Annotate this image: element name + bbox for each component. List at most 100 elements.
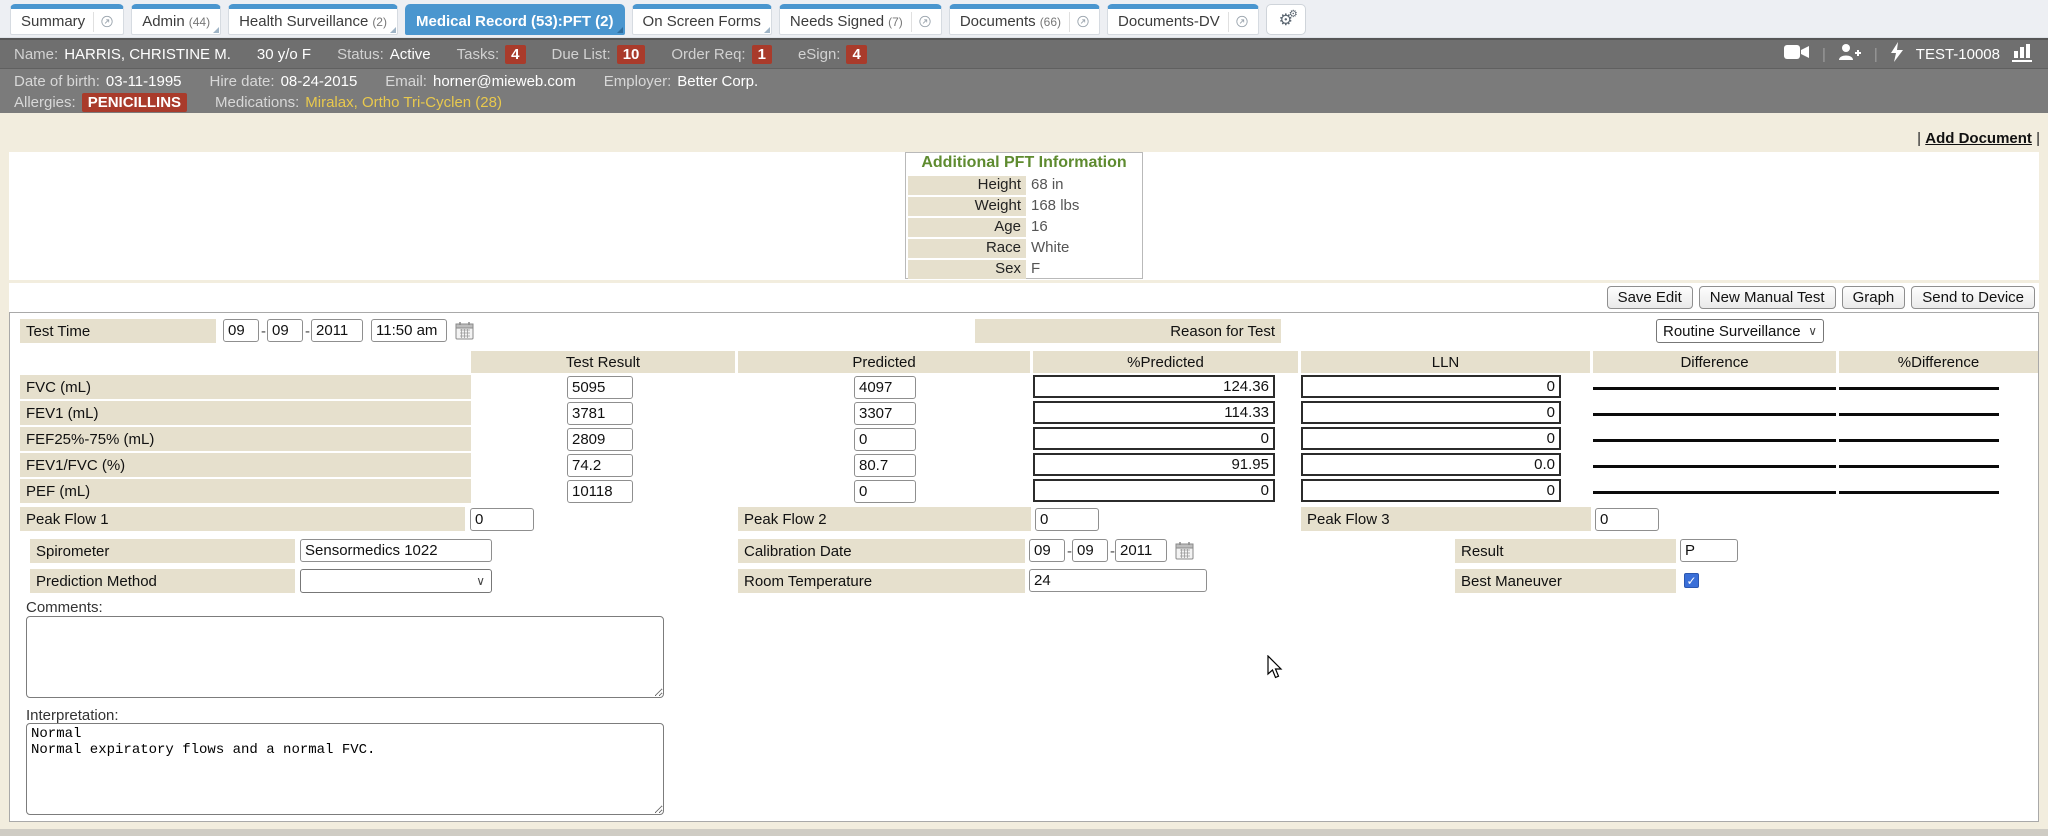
due-list-label: Due List: (552, 46, 611, 63)
best-maneuver-checkbox[interactable]: ✓ (1684, 573, 1699, 588)
chevron-down-icon: ∨ (1808, 324, 1817, 338)
save-edit-button[interactable]: Save Edit (1607, 286, 1693, 309)
spirometer-input[interactable] (300, 539, 492, 562)
fev1-predicted-input[interactable] (854, 402, 916, 425)
result-input[interactable] (1680, 539, 1738, 562)
tab-count: (66) (1040, 15, 1061, 29)
pipe: | (2032, 130, 2040, 147)
pft-info-row: Height68 in (908, 176, 1140, 195)
age-value: 16 (1026, 218, 1048, 237)
pef-test-result-input[interactable] (567, 480, 633, 503)
fef-pct-difference-line (1839, 439, 1999, 442)
email-label: Email: (385, 73, 427, 90)
prediction-method-select[interactable]: ∨ (300, 569, 492, 593)
fef-pct-predicted-input[interactable] (1033, 427, 1275, 450)
peak-flow-3-input[interactable] (1595, 508, 1659, 531)
calibration-month-input[interactable] (1029, 539, 1065, 562)
popout-icon[interactable] (93, 12, 113, 32)
race-value: White (1026, 239, 1069, 258)
tab-label: Medical Record (53):PFT (2) (416, 13, 614, 30)
add-document-row: | Add Document | (1917, 130, 2040, 147)
peak-flow-1-input[interactable] (470, 508, 534, 531)
tab-documents[interactable]: Documents (66) (949, 4, 1100, 35)
tab-admin[interactable]: Admin (44) (131, 4, 221, 35)
lightning-icon[interactable] (1890, 42, 1904, 66)
tab-documents-dv[interactable]: Documents-DV (1107, 4, 1259, 35)
fvc-pct-predicted-input[interactable] (1033, 375, 1275, 398)
status-value: Active (390, 46, 431, 63)
popout-icon[interactable] (1228, 12, 1248, 32)
new-manual-test-button[interactable]: New Manual Test (1699, 286, 1836, 309)
age-sex: 30 y/o F (257, 46, 311, 63)
fev1-pct-predicted-input[interactable] (1033, 401, 1275, 424)
comments-textarea[interactable] (26, 616, 664, 698)
allergy-badge[interactable]: PENICILLINS (82, 93, 187, 112)
fev1-lln-input[interactable] (1301, 401, 1561, 424)
pef-pct-predicted-input[interactable] (1033, 479, 1275, 502)
tasks-label: Tasks: (457, 46, 500, 63)
col-header-test-result: Test Result (471, 351, 735, 373)
tab-health-surveillance[interactable]: Health Surveillance (2) (228, 4, 398, 35)
send-to-device-button[interactable]: Send to Device (1911, 286, 2035, 309)
add-person-icon[interactable] (1838, 43, 1862, 65)
settings-gears-button[interactable]: ⚙⚙ (1266, 4, 1306, 35)
fev1fvc-test-result-input[interactable] (567, 454, 633, 477)
test-time-clock-input[interactable] (371, 319, 447, 342)
tab-label: Summary (21, 13, 85, 30)
fef-test-result-input[interactable] (567, 428, 633, 451)
fvc-test-result-input[interactable] (567, 376, 633, 399)
fev1fvc-predicted-input[interactable] (854, 454, 916, 477)
esign-badge[interactable]: 4 (846, 45, 866, 64)
order-req-badge[interactable]: 1 (752, 45, 772, 64)
fef-lln-input[interactable] (1301, 427, 1561, 450)
fev1fvc-pct-predicted-input[interactable] (1033, 453, 1275, 476)
calibration-year-input[interactable] (1115, 539, 1167, 562)
calendar-icon[interactable] (1175, 541, 1195, 561)
test-time-month-input[interactable] (223, 319, 259, 342)
graph-button[interactable]: Graph (1842, 286, 1906, 309)
popout-icon[interactable] (1069, 12, 1089, 32)
sex-label: Sex (908, 260, 1026, 279)
fev1-difference-line (1593, 413, 1836, 416)
pef-predicted-input[interactable] (854, 480, 916, 503)
test-time-year-input[interactable] (311, 319, 363, 342)
due-list-badge[interactable]: 10 (617, 45, 646, 64)
tab-fold (764, 27, 770, 33)
pef-lln-input[interactable] (1301, 479, 1561, 502)
tab-medical-record-pft[interactable]: Medical Record (53):PFT (2) (405, 4, 625, 35)
room-temperature-input[interactable] (1029, 569, 1207, 592)
calibration-date-label-cell: Calibration Date (738, 539, 1025, 563)
chart-icon[interactable] (2012, 42, 2034, 66)
medications-list[interactable]: Miralax, Ortho Tri-Cyclen (28) (305, 94, 502, 111)
tab-needs-signed[interactable]: Needs Signed (7) (779, 4, 942, 35)
tab-on-screen-forms[interactable]: On Screen Forms (632, 4, 772, 35)
dob-label: Date of birth: (14, 73, 100, 90)
employer-value: Better Corp. (677, 73, 758, 90)
peak-flow-2-input[interactable] (1035, 508, 1099, 531)
calibration-day-input[interactable] (1072, 539, 1108, 562)
tab-fold (617, 27, 623, 33)
popout-icon[interactable] (911, 12, 931, 32)
calendar-icon[interactable] (455, 321, 475, 341)
sex-value: F (1026, 260, 1040, 279)
video-camera-icon[interactable] (1784, 43, 1810, 65)
status-label: Status: (337, 46, 384, 63)
interpretation-textarea[interactable]: Normal Normal expiratory flows and a nor… (26, 723, 664, 815)
reason-for-test-select[interactable]: Routine Surveillance∨ (1656, 319, 1824, 343)
fev1-test-result-input[interactable] (567, 402, 633, 425)
add-document-link[interactable]: Add Document (1925, 130, 2032, 147)
age-label: Age (908, 218, 1026, 237)
tasks-badge[interactable]: 4 (505, 45, 525, 64)
tab-summary[interactable]: Summary (10, 4, 124, 35)
weight-value: 168 lbs (1026, 197, 1079, 216)
tab-label: Admin (142, 13, 185, 30)
fef-predicted-input[interactable] (854, 428, 916, 451)
medications-label: Medications: (215, 94, 299, 111)
gear-small-icon: ⚙ (1289, 9, 1298, 20)
fev1fvc-lln-input[interactable] (1301, 453, 1561, 476)
fvc-predicted-input[interactable] (854, 376, 916, 399)
allergies-label: Allergies: (14, 94, 76, 111)
fvc-lln-input[interactable] (1301, 375, 1561, 398)
pft-info-strip: Additional PFT Information Height68 in W… (9, 152, 2039, 280)
test-time-day-input[interactable] (267, 319, 303, 342)
